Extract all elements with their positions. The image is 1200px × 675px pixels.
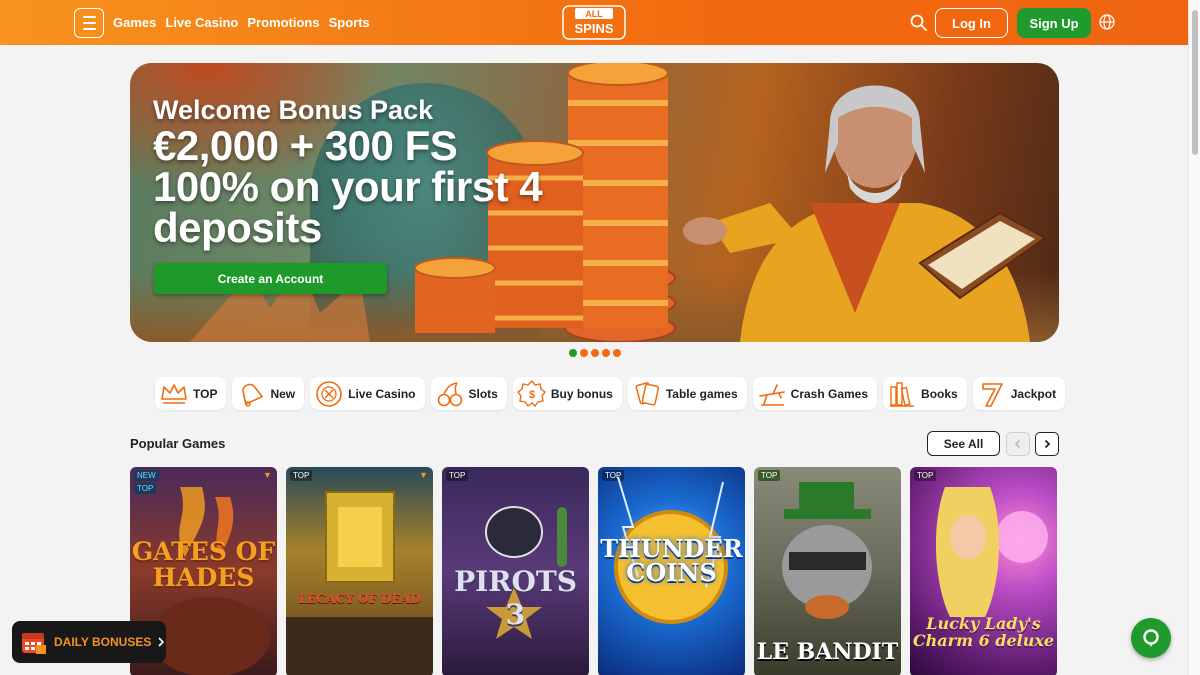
category-jackpot[interactable]: Jackpot: [972, 377, 1066, 410]
scrollbar-thumb[interactable]: [1192, 10, 1198, 155]
chevron-left-icon: [1014, 439, 1021, 449]
game-title: Lucky Lady's Charm 6 deluxe: [912, 614, 1055, 650]
roulette-icon: [316, 380, 342, 407]
crown-icon: [161, 383, 187, 404]
chat-support-button[interactable]: [1131, 618, 1171, 658]
hero-banner[interactable]: Welcome Bonus Pack €2,000 + 300 FS 100% …: [130, 63, 1059, 342]
books-icon: [890, 381, 915, 407]
category-table-games[interactable]: Table games: [627, 377, 747, 410]
game-card[interactable]: TOP ▼ LEGACY OF DEAD: [286, 467, 433, 675]
category-label: Slots: [468, 386, 498, 401]
carousel-dot[interactable]: [569, 349, 577, 357]
carousel-dot[interactable]: [613, 349, 621, 357]
carousel-dot[interactable]: [602, 349, 610, 357]
cards-icon: [635, 381, 659, 406]
login-button[interactable]: Log In: [935, 8, 1008, 38]
category-top[interactable]: TOP: [155, 377, 227, 410]
hero-headline: Welcome Bonus Pack €2,000 + 300 FS 100% …: [153, 95, 543, 251]
hero-bonus-terms-2: deposits: [153, 204, 322, 251]
svg-text:ALL: ALL: [585, 9, 603, 19]
nav-promotions[interactable]: Promotions: [247, 15, 319, 30]
carousel-next-button[interactable]: [1035, 432, 1059, 456]
carousel-dot[interactable]: [591, 349, 599, 357]
calendar-gift-icon: [22, 633, 46, 654]
nav-sports[interactable]: Sports: [329, 15, 370, 30]
hero-bonus-amount: €2,000 + 300 FS: [153, 122, 458, 169]
hero-subtitle: Welcome Bonus Pack: [153, 95, 434, 125]
game-title: PIROTS 3: [454, 565, 577, 631]
game-card[interactable]: TOP PIROTS 3: [442, 467, 589, 675]
cherries-icon: [437, 381, 462, 406]
category-label: Buy bonus: [550, 386, 613, 401]
bonus-badge-icon: $: [516, 379, 546, 407]
legacy-of-dead-artwork: [286, 491, 433, 675]
game-title: LE BANDIT: [756, 639, 899, 665]
nav-games[interactable]: Games: [113, 15, 156, 30]
category-label: TOP: [193, 386, 218, 401]
nav-live-casino[interactable]: Live Casino: [165, 15, 238, 30]
site-logo[interactable]: ALL SPINS: [562, 5, 626, 40]
signup-button[interactable]: Sign Up: [1017, 8, 1091, 38]
category-label: Crash Games: [790, 386, 869, 401]
game-card[interactable]: TOP LE BANDIT: [754, 467, 901, 675]
category-crash-games[interactable]: Crash Games: [752, 377, 878, 410]
category-label: New: [270, 386, 296, 401]
page-scrollbar[interactable]: [1188, 0, 1200, 675]
site-header: Games Live Casino Promotions Sports ALL …: [0, 0, 1188, 45]
game-title: GATES OF HADES: [131, 537, 276, 592]
category-buy-bonus[interactable]: $ Buy bonus: [512, 377, 622, 410]
daily-bonuses-button[interactable]: DAILY BONUSES: [12, 621, 166, 663]
main-nav: Games Live Casino Promotions Sports: [113, 15, 370, 30]
game-title: LEGACY OF DEAD: [298, 592, 421, 606]
chevron-right-icon: [158, 637, 165, 647]
popular-games-title: Popular Games: [130, 436, 226, 451]
carousel-prev-button[interactable]: [1006, 432, 1030, 456]
category-label: Live Casino: [348, 386, 416, 401]
plane-icon: [758, 383, 785, 406]
create-account-button[interactable]: Create an Account: [154, 263, 387, 294]
game-title: THUNDER COINS: [600, 534, 743, 587]
category-new[interactable]: New: [232, 377, 305, 410]
category-slots[interactable]: Slots: [430, 377, 507, 410]
seven-icon: [981, 382, 1003, 407]
bell-icon: [242, 383, 264, 407]
category-bar: TOP New Live Casino Slots $ Buy bonus Ta…: [155, 377, 1066, 410]
game-card[interactable]: TOP Lucky Lady's Charm 6 deluxe: [910, 467, 1057, 675]
popular-games-row: NEW TOP ▼ GATES OF HADES TOP ▼ LEGACY OF…: [130, 467, 1057, 675]
category-label: Books: [921, 386, 958, 401]
category-label: Jackpot: [1010, 386, 1057, 401]
chevron-right-icon: [1044, 439, 1051, 449]
search-icon[interactable]: [910, 14, 927, 31]
carousel-dots: [569, 349, 621, 357]
category-books[interactable]: Books: [883, 377, 967, 410]
hero-bonus-terms: 100% on your first 4: [153, 163, 543, 210]
svg-text:SPINS: SPINS: [574, 21, 613, 36]
category-live-casino[interactable]: Live Casino: [310, 377, 425, 410]
daily-bonuses-label: DAILY BONUSES: [54, 635, 152, 649]
carousel-dot[interactable]: [580, 349, 588, 357]
svg-text:$: $: [529, 389, 535, 401]
chat-icon: [1143, 629, 1159, 647]
category-label: Table games: [665, 386, 738, 401]
menu-button[interactable]: [74, 8, 104, 38]
see-all-button[interactable]: See All: [927, 431, 1000, 456]
game-card[interactable]: TOP THUNDER COINS: [598, 467, 745, 675]
wizard-illustration: [683, 85, 1047, 342]
language-globe-icon[interactable]: [1099, 14, 1115, 30]
